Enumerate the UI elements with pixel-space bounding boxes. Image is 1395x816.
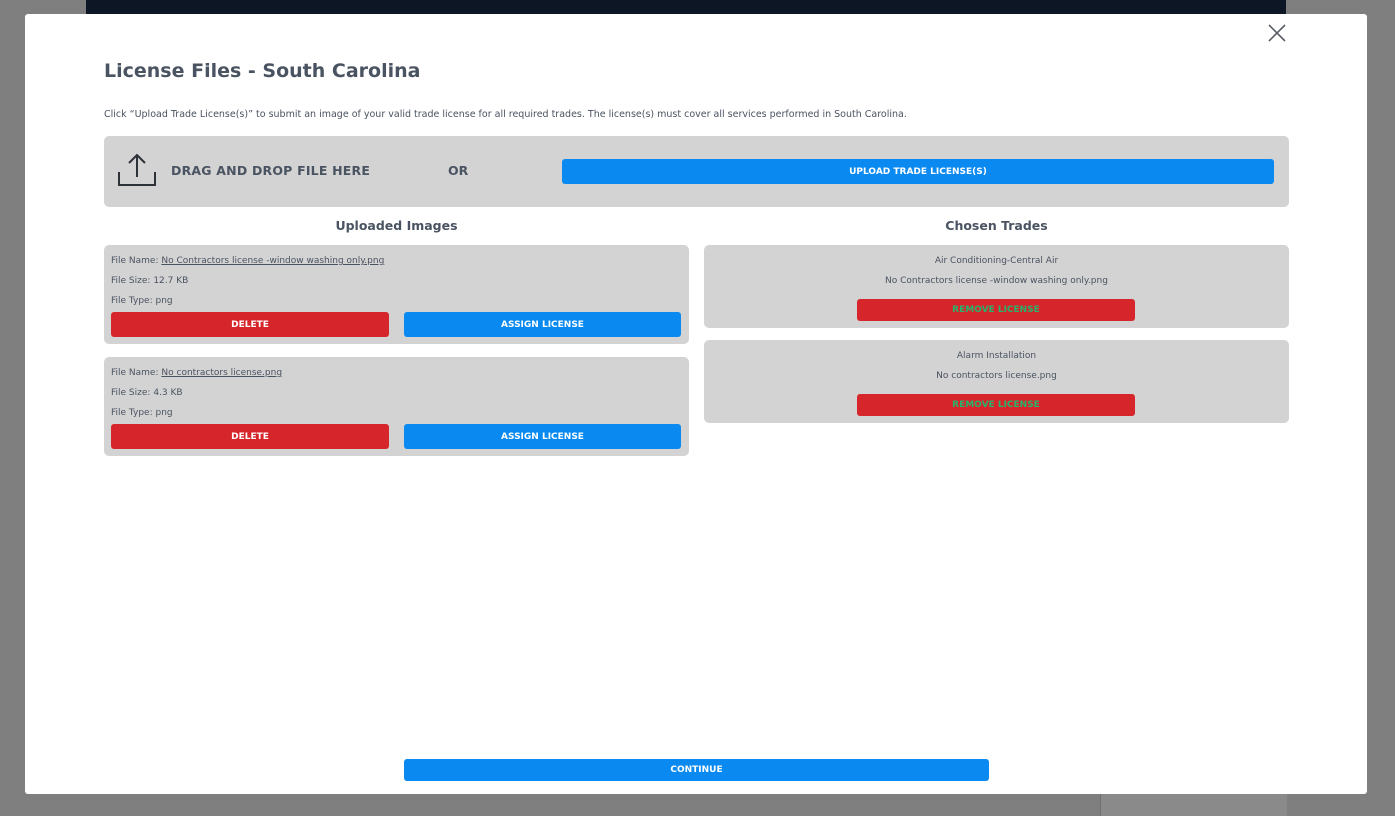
remove-license-button[interactable]: REMOVE LICENSE <box>857 299 1135 321</box>
trade-assigned-file: No contractors license.png <box>936 371 1057 381</box>
upload-trade-license-button[interactable]: UPLOAD TRADE LICENSE(S) <box>562 159 1274 184</box>
file-name-row: File Name: No Contractors license -windo… <box>111 256 384 266</box>
background-header-strip <box>86 0 1286 14</box>
trade-name: Air Conditioning-Central Air <box>934 256 1059 266</box>
or-label: OR <box>448 163 469 178</box>
uploaded-file-card: File Name: No Contractors license -windo… <box>104 245 689 344</box>
file-size-row: File Size: 12.7 KB <box>111 276 188 286</box>
file-drop-zone[interactable]: DRAG AND DROP FILE HERE OR UPLOAD TRADE … <box>104 136 1289 207</box>
file-name-link[interactable]: No contractors license.png <box>161 368 282 378</box>
instructions-text: Click “Upload Trade License(s)” to submi… <box>104 109 907 120</box>
trade-name: Alarm Installation <box>956 351 1037 361</box>
remove-license-button[interactable]: REMOVE LICENSE <box>857 394 1135 416</box>
file-name-label: File Name: <box>111 368 159 378</box>
file-size-value: 12.7 KB <box>153 276 189 286</box>
file-name-label: File Name: <box>111 256 159 266</box>
file-type-row: File Type: png <box>111 296 173 306</box>
trade-assigned-file: No Contractors license -window washing o… <box>885 276 1108 286</box>
delete-file-button[interactable]: DELETE <box>111 424 389 449</box>
file-name-link[interactable]: No Contractors license -window washing o… <box>161 256 384 266</box>
upload-icon <box>116 152 158 188</box>
chosen-trade-card: Air Conditioning-Central Air No Contract… <box>704 245 1289 328</box>
close-icon[interactable] <box>1266 22 1288 44</box>
delete-file-button[interactable]: DELETE <box>111 312 389 337</box>
file-type-value: png <box>155 296 173 306</box>
continue-button[interactable]: CONTINUE <box>404 759 989 781</box>
drag-drop-label: DRAG AND DROP FILE HERE <box>171 163 371 178</box>
file-size-row: File Size: 4.3 KB <box>111 388 183 398</box>
file-type-label: File Type: <box>111 296 153 306</box>
background-side-panel <box>1100 794 1287 816</box>
chosen-trade-card: Alarm Installation No contractors licens… <box>704 340 1289 423</box>
file-size-label: File Size: <box>111 276 151 286</box>
uploaded-file-card: File Name: No contractors license.png Fi… <box>104 357 689 456</box>
file-name-row: File Name: No contractors license.png <box>111 368 282 378</box>
file-type-label: File Type: <box>111 408 153 418</box>
chosen-trades-heading: Chosen Trades <box>945 218 1048 233</box>
file-size-value: 4.3 KB <box>153 388 183 398</box>
file-type-row: File Type: png <box>111 408 173 418</box>
modal-title: License Files - South Carolina <box>104 60 421 82</box>
uploaded-images-heading: Uploaded Images <box>335 218 458 233</box>
file-size-label: File Size: <box>111 388 151 398</box>
license-files-modal: License Files - South Carolina Click “Up… <box>25 14 1367 794</box>
assign-license-button[interactable]: ASSIGN LICENSE <box>404 424 681 449</box>
assign-license-button[interactable]: ASSIGN LICENSE <box>404 312 681 337</box>
file-type-value: png <box>155 408 173 418</box>
